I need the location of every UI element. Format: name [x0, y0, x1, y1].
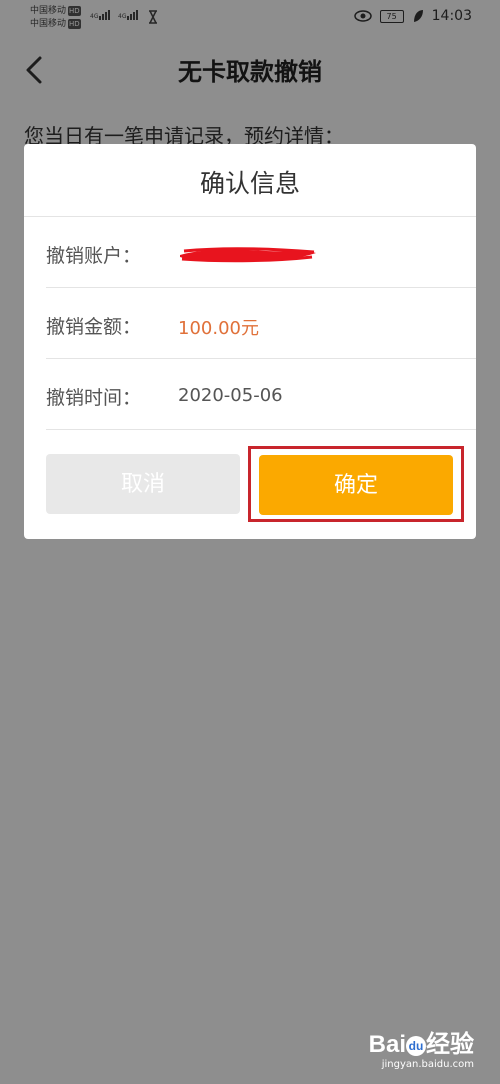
confirm-dialog: 确认信息 撤销账户： 撤销金额： 100.00元 撤销时间： 2020-05-0…	[24, 144, 476, 539]
highlight-frame: 确定	[248, 446, 464, 522]
redaction-scribble	[180, 247, 316, 263]
watermark-url: jingyan.baidu.com	[381, 1059, 474, 1070]
paw-icon: du	[406, 1035, 426, 1056]
info-row-amount: 撤销金额： 100.00元	[46, 288, 476, 359]
confirm-button[interactable]: 确定	[259, 455, 453, 515]
dialog-title: 确认信息	[24, 144, 476, 217]
info-row-account: 撤销账户：	[46, 217, 476, 288]
row-label: 撤销金额：	[46, 316, 142, 338]
row-label: 撤销账户：	[46, 245, 142, 267]
cancel-button[interactable]: 取消	[46, 454, 240, 514]
amount-value: 100.00元	[178, 318, 259, 339]
time-value: 2020-05-06	[178, 385, 283, 406]
baidu-watermark: Bai du 经验 jingyan.baidu.com	[368, 1031, 474, 1071]
info-row-time: 撤销时间： 2020-05-06	[46, 359, 476, 430]
row-label: 撤销时间：	[46, 387, 142, 409]
watermark-logo: Bai du 经验	[368, 1031, 474, 1058]
